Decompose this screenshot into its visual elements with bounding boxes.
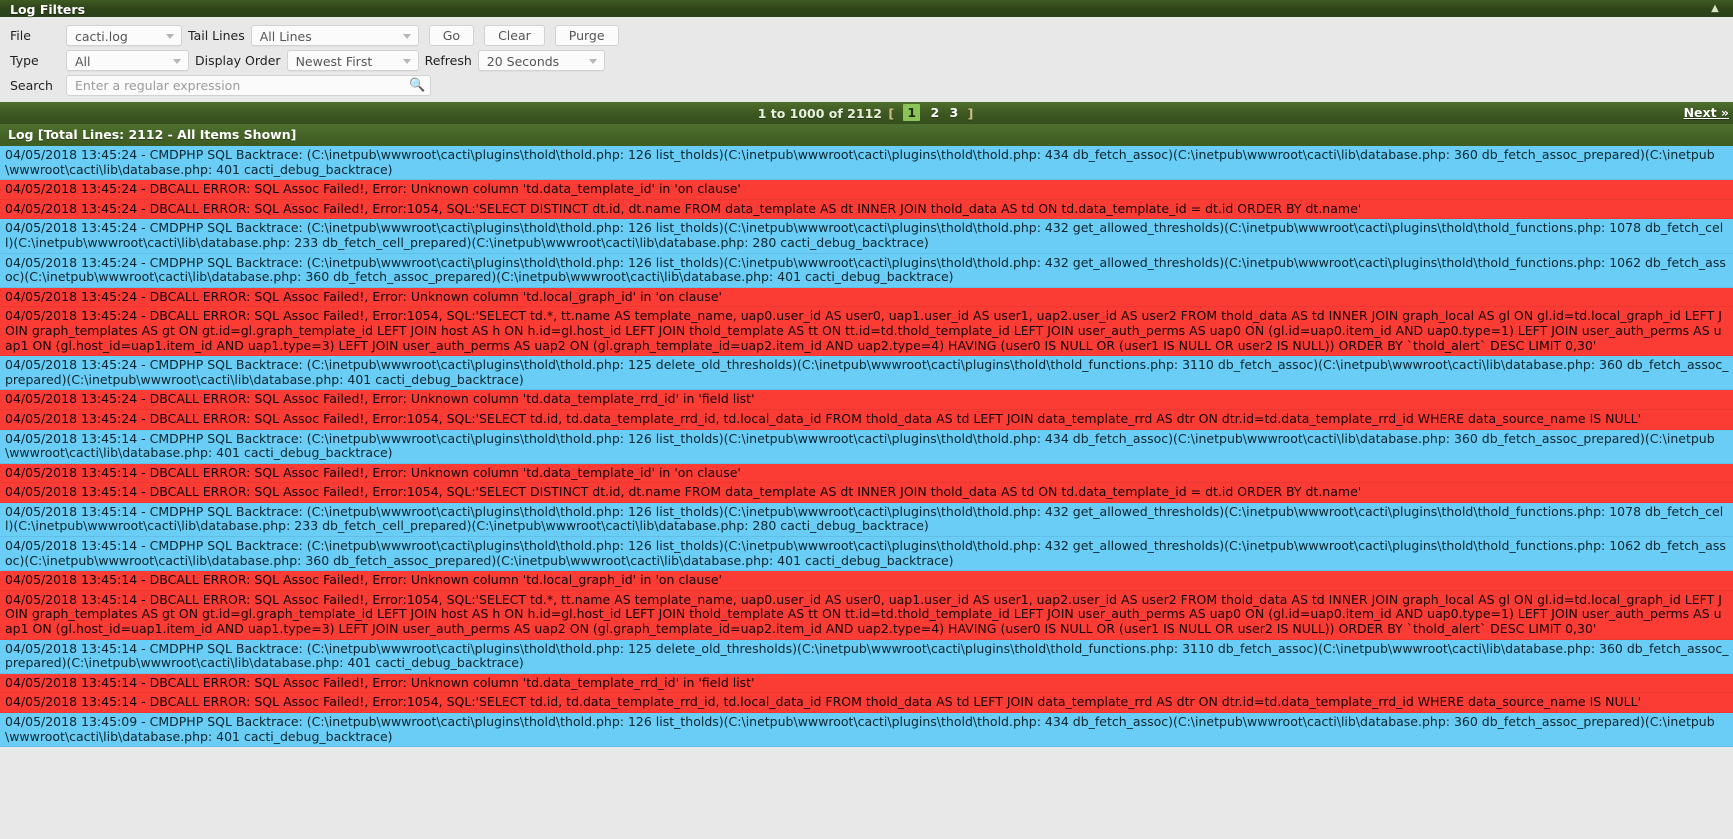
filters-form: File cacti.log Tail Lines All Lines Go C…	[0, 17, 1733, 102]
log-row: 04/05/2018 13:45:24 - DBCALL ERROR: SQL …	[0, 390, 1733, 410]
refresh-select-value: 20 Seconds	[486, 54, 560, 69]
log-row: 04/05/2018 13:45:24 - DBCALL ERROR: SQL …	[0, 307, 1733, 357]
file-label: File	[10, 28, 31, 43]
log-row: 04/05/2018 13:45:24 - CMDPHP SQL Backtra…	[0, 253, 1733, 288]
refresh-label: Refresh	[424, 53, 472, 68]
clear-button[interactable]: Clear	[484, 25, 545, 46]
log-row: 04/05/2018 13:45:14 - DBCALL ERROR: SQL …	[0, 673, 1733, 694]
panel-title: Log Filters	[10, 2, 86, 17]
log-row: 04/05/2018 13:45:14 - DBCALL ERROR: SQL …	[0, 590, 1733, 640]
log-row: 04/05/2018 13:45:14 - DBCALL ERROR: SQL …	[0, 483, 1733, 503]
tail-lines-label: Tail Lines	[188, 28, 245, 43]
log-row: 04/05/2018 13:45:24 - CMDPHP SQL Backtra…	[0, 146, 1733, 181]
search-input[interactable]	[67, 76, 405, 95]
pagination-bracket-open: [	[888, 106, 895, 121]
page-link-3[interactable]: 3	[950, 105, 959, 120]
file-select-value: cacti.log	[75, 29, 128, 44]
log-row: 04/05/2018 13:45:24 - DBCALL ERROR: SQL …	[0, 287, 1733, 308]
refresh-select[interactable]: 20 Seconds	[477, 50, 605, 71]
chevron-down-icon	[402, 59, 411, 64]
chevron-down-icon	[402, 34, 411, 39]
purge-button[interactable]: Purge	[554, 25, 619, 46]
log-row: 04/05/2018 13:45:14 - CMDPHP SQL Backtra…	[0, 639, 1733, 674]
log-row: 04/05/2018 13:45:14 - CMDPHP SQL Backtra…	[0, 429, 1733, 464]
filter-row-type: Type All Display Order Newest First Refr…	[0, 48, 1733, 73]
search-field-wrapper[interactable]: 🔍	[66, 75, 431, 96]
file-select[interactable]: cacti.log	[66, 25, 182, 46]
tail-lines-select[interactable]: All Lines	[250, 25, 419, 46]
page-link-2[interactable]: 2	[930, 105, 939, 120]
log-row: 04/05/2018 13:45:14 - CMDPHP SQL Backtra…	[0, 502, 1733, 538]
filter-row-search: Search 🔍	[0, 73, 1733, 98]
log-row: 04/05/2018 13:45:24 - DBCALL ERROR: SQL …	[0, 180, 1733, 200]
search-label: Search	[10, 78, 53, 93]
log-filters-panel-header[interactable]: Log Filters ▲	[0, 0, 1733, 17]
chevron-down-icon	[166, 34, 174, 39]
log-row: 04/05/2018 13:45:14 - DBCALL ERROR: SQL …	[0, 463, 1733, 484]
display-order-select[interactable]: Newest First	[286, 50, 419, 71]
next-page-link[interactable]: Next »	[1684, 105, 1729, 120]
search-icon[interactable]: 🔍	[409, 78, 425, 94]
log-row: 04/05/2018 13:45:24 - DBCALL ERROR: SQL …	[0, 409, 1733, 430]
display-order-select-value: Newest First	[295, 54, 373, 69]
log-row: 04/05/2018 13:45:24 - CMDPHP SQL Backtra…	[0, 219, 1733, 254]
go-button[interactable]: Go	[428, 25, 475, 46]
log-table-header: Log [Total Lines: 2112 - All Items Shown…	[0, 124, 1733, 146]
type-select[interactable]: All	[66, 50, 189, 71]
log-row: 04/05/2018 13:45:14 - DBCALL ERROR: SQL …	[0, 571, 1733, 591]
log-row: 04/05/2018 13:45:24 - DBCALL ERROR: SQL …	[0, 199, 1733, 220]
pagination-bracket-close: ]	[967, 106, 974, 121]
filter-row-file: File cacti.log Tail Lines All Lines Go C…	[0, 23, 1733, 48]
type-select-value: All	[75, 54, 91, 69]
log-row: 04/05/2018 13:45:14 - CMDPHP SQL Backtra…	[0, 537, 1733, 572]
chevron-down-icon	[173, 59, 181, 64]
log-row: 04/05/2018 13:45:14 - DBCALL ERROR: SQL …	[0, 693, 1733, 713]
type-label: Type	[10, 53, 39, 68]
tail-lines-select-value: All Lines	[259, 29, 312, 44]
collapse-icon[interactable]: ▲	[1709, 3, 1721, 14]
pagination-range: 1 to 1000 of 2112	[757, 106, 882, 121]
pagination-bar: 1 to 1000 of 2112 [ 1 2 3 ] Next »	[0, 102, 1733, 124]
log-row: 04/05/2018 13:45:09 - CMDPHP SQL Backtra…	[0, 713, 1733, 748]
log-rows-container: 04/05/2018 13:45:24 - CMDPHP SQL Backtra…	[0, 146, 1733, 748]
display-order-label: Display Order	[195, 53, 281, 68]
pagination-center: 1 to 1000 of 2112 [ 1 2 3 ]	[0, 104, 1733, 121]
chevron-down-icon	[588, 59, 597, 64]
log-row: 04/05/2018 13:45:24 - CMDPHP SQL Backtra…	[0, 356, 1733, 391]
page-link-1[interactable]: 1	[903, 104, 921, 121]
